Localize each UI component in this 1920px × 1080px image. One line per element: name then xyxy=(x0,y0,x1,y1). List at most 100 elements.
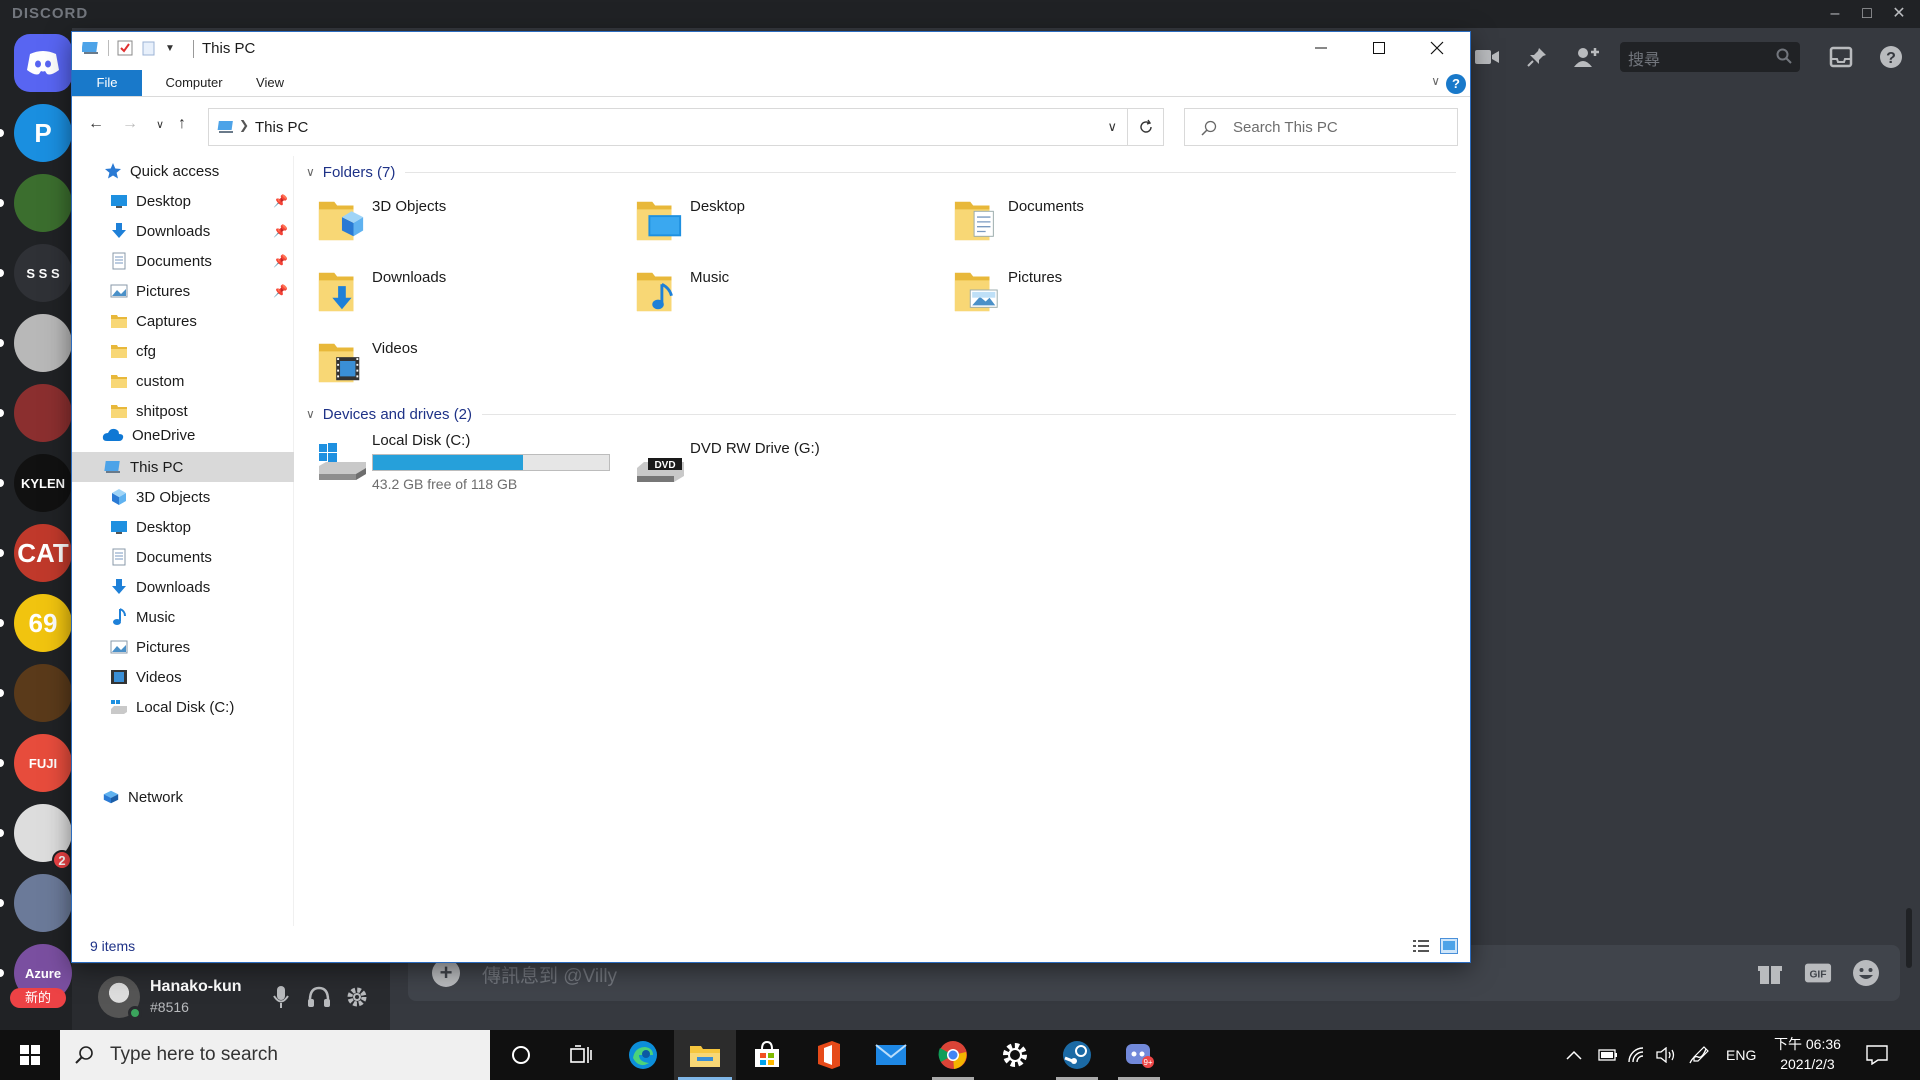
up-arrow-icon[interactable]: ↑ xyxy=(170,112,194,136)
large-icons-view-icon[interactable] xyxy=(1440,938,1458,954)
collapse-chevron-icon[interactable]: ∨ xyxy=(306,165,315,179)
nav-pc-item[interactable]: Downloads xyxy=(72,572,294,602)
task-view-icon[interactable] xyxy=(550,1030,612,1080)
server-icon[interactable]: S S S xyxy=(14,244,72,302)
help-icon[interactable]: ? xyxy=(1874,40,1908,74)
properties-icon[interactable] xyxy=(117,40,133,56)
expand-ribbon-chevron-icon[interactable]: ∨ xyxy=(1431,74,1440,88)
discord-close-button[interactable]: ✕ xyxy=(1884,2,1914,26)
nav-quick-item[interactable]: custom xyxy=(72,366,294,396)
steam-icon[interactable] xyxy=(1046,1030,1108,1080)
nav-pc-item[interactable]: 3D Objects xyxy=(72,482,294,512)
discord-search-input[interactable]: 搜尋 xyxy=(1620,42,1800,72)
close-button[interactable] xyxy=(1408,32,1466,64)
server-icon[interactable] xyxy=(14,664,72,722)
tab-computer[interactable]: Computer xyxy=(154,70,234,96)
folder-tile[interactable]: Documents xyxy=(942,188,1262,250)
nav-quick-item[interactable]: Documents 📌 xyxy=(72,246,294,276)
forward-arrow-icon[interactable]: → xyxy=(118,112,142,136)
customize-qat-dropdown-icon[interactable]: ▼ xyxy=(165,43,175,54)
server-icon[interactable] xyxy=(14,174,72,232)
show-hidden-icons-chevron-icon[interactable] xyxy=(1566,1030,1582,1080)
folder-tile[interactable]: Pictures xyxy=(942,259,1262,321)
pin-icon[interactable]: 📌 xyxy=(273,224,288,238)
nav-onedrive[interactable]: OneDrive xyxy=(72,420,294,450)
address-dropdown-chevron-icon[interactable]: ∨ xyxy=(1107,119,1117,135)
server-icon[interactable]: KYLEN xyxy=(14,454,72,512)
cortana-icon[interactable] xyxy=(490,1030,552,1080)
pin-icon[interactable]: 📌 xyxy=(273,194,288,208)
discord-maximize-button[interactable]: □ xyxy=(1852,2,1882,26)
nav-pc-item[interactable]: Music xyxy=(72,602,294,632)
tab-view[interactable]: View xyxy=(244,70,296,96)
nav-pc-item[interactable]: Videos xyxy=(72,662,294,692)
system-clock[interactable]: 下午 06:36 2021/2/3 xyxy=(1774,1034,1841,1074)
server-icon[interactable] xyxy=(14,314,72,372)
discord-icon[interactable]: 9+ xyxy=(1108,1030,1170,1080)
microphone-icon[interactable] xyxy=(268,984,294,1010)
mail-icon[interactable] xyxy=(860,1030,922,1080)
nav-quick-item[interactable]: Captures xyxy=(72,306,294,336)
nav-pc-item[interactable]: Documents xyxy=(72,542,294,572)
folder-tile[interactable]: Desktop xyxy=(624,188,944,250)
devices-group-header[interactable]: ∨ Devices and drives (2) xyxy=(306,402,1456,426)
server-icon[interactable]: FUJI xyxy=(14,734,72,792)
chrome-icon[interactable] xyxy=(922,1030,984,1080)
gift-icon[interactable] xyxy=(1756,959,1784,987)
folder-tile[interactable]: Videos xyxy=(306,330,626,392)
nav-pc-item[interactable]: Local Disk (C:) xyxy=(72,692,294,722)
office-icon[interactable] xyxy=(798,1030,860,1080)
folder-tile[interactable]: 3D Objects xyxy=(306,188,626,250)
collapse-chevron-icon[interactable]: ∨ xyxy=(306,407,315,421)
headphones-icon[interactable] xyxy=(306,984,332,1010)
recent-locations-chevron-icon[interactable]: ∨ xyxy=(148,112,172,136)
nav-pc-item[interactable]: Pictures xyxy=(72,632,294,662)
emoji-icon[interactable] xyxy=(1852,959,1880,987)
server-icon[interactable]: P xyxy=(14,104,72,162)
search-input[interactable]: Search This PC xyxy=(1184,108,1458,146)
back-arrow-icon[interactable]: ← xyxy=(84,112,108,136)
pen-ink-icon[interactable] xyxy=(1688,1030,1710,1080)
breadcrumb[interactable]: This PC xyxy=(255,119,308,136)
minimize-button[interactable] xyxy=(1292,32,1350,64)
chat-scrollbar[interactable] xyxy=(1906,908,1912,968)
edge-icon[interactable] xyxy=(612,1030,674,1080)
drive-tile-dvd[interactable]: DVD DVD RW Drive (G:) xyxy=(624,430,944,492)
taskbar-search-box[interactable]: Type here to search xyxy=(60,1030,490,1080)
drive-tile-local-disk[interactable]: Local Disk (C:) 43.2 GB free of 118 GB xyxy=(306,430,626,492)
pin-icon[interactable]: 📌 xyxy=(273,284,288,298)
volume-icon[interactable] xyxy=(1656,1030,1676,1080)
nav-quick-item[interactable]: Desktop 📌 xyxy=(72,186,294,216)
breadcrumb-chevron-icon[interactable]: ❯ xyxy=(239,118,249,132)
input-language-indicator[interactable]: ENG xyxy=(1726,1030,1756,1080)
store-icon[interactable] xyxy=(736,1030,798,1080)
tab-file[interactable]: File xyxy=(72,70,142,96)
network-wifi-icon[interactable] xyxy=(1628,1030,1646,1080)
user-settings-gear-icon[interactable] xyxy=(344,984,370,1010)
nav-this-pc[interactable]: This PC xyxy=(72,452,294,482)
video-call-icon[interactable] xyxy=(1470,40,1504,74)
folders-group-header[interactable]: ∨ Folders (7) xyxy=(306,160,1456,184)
pin-icon[interactable] xyxy=(1520,40,1554,74)
folder-tile[interactable]: Downloads xyxy=(306,259,626,321)
nav-pc-item[interactable]: Desktop xyxy=(72,512,294,542)
add-friend-icon[interactable] xyxy=(1570,40,1604,74)
folder-tile[interactable]: Music xyxy=(624,259,944,321)
nav-quick-item[interactable]: Pictures 📌 xyxy=(72,276,294,306)
inbox-icon[interactable] xyxy=(1824,40,1858,74)
server-icon[interactable]: 69 xyxy=(14,594,72,652)
maximize-button[interactable] xyxy=(1350,32,1408,64)
refresh-button[interactable] xyxy=(1128,108,1164,146)
help-icon[interactable]: ? xyxy=(1446,74,1466,94)
start-button[interactable] xyxy=(0,1030,60,1080)
new-folder-icon[interactable] xyxy=(141,40,157,56)
server-icon[interactable] xyxy=(14,384,72,442)
discord-minimize-button[interactable]: – xyxy=(1820,2,1850,26)
server-icon[interactable] xyxy=(14,874,72,932)
action-center-icon[interactable] xyxy=(1866,1030,1888,1080)
settings-icon[interactable] xyxy=(984,1030,1046,1080)
details-view-icon[interactable] xyxy=(1412,938,1430,954)
battery-icon[interactable] xyxy=(1598,1030,1618,1080)
nav-quick-access[interactable]: Quick access xyxy=(72,156,294,186)
file-explorer-icon[interactable] xyxy=(674,1030,736,1080)
